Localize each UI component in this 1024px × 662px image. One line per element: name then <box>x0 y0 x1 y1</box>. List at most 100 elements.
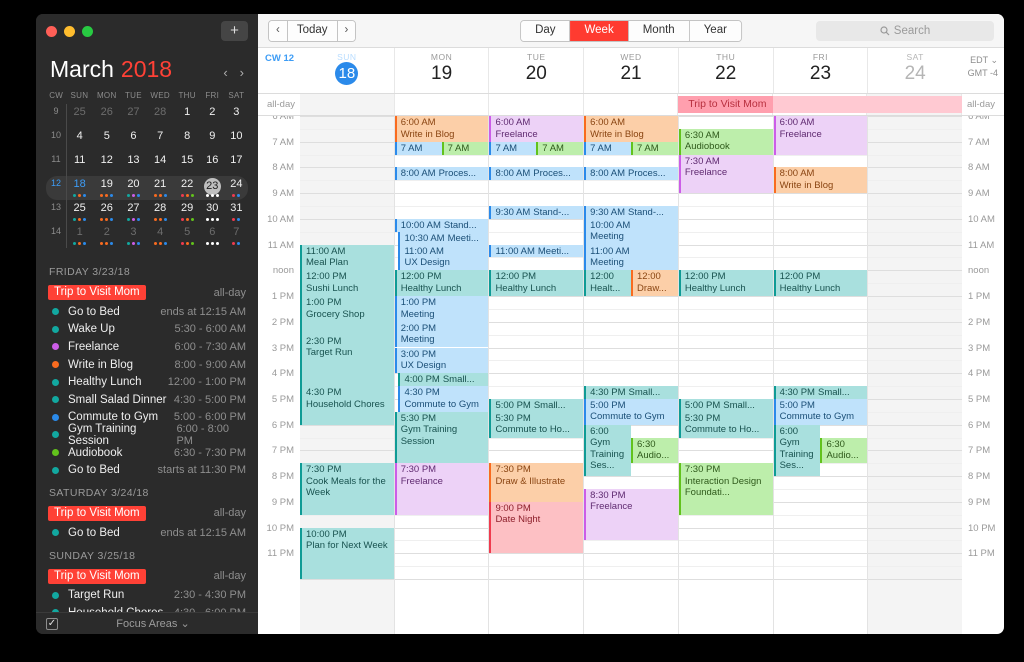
tab-month[interactable]: Month <box>628 20 690 41</box>
mini-day-cell[interactable]: 4 <box>66 128 92 152</box>
mini-day-cell[interactable]: 10 <box>225 128 248 152</box>
mini-day-cell[interactable]: 11 <box>66 152 92 176</box>
mini-day-cell[interactable]: 13 <box>121 152 146 176</box>
list-item[interactable]: Freelance 6:00 - 7:30 AM <box>48 338 246 356</box>
mini-day-cell[interactable]: 27 <box>121 200 146 224</box>
list-item[interactable]: Go to Bed ends at 12:15 AM <box>48 303 246 321</box>
mini-day-cell[interactable]: 4 <box>146 224 175 248</box>
mini-month-calendar[interactable]: CW SUN MON TUE WED THU FRI SAT 9 25 26 27 28 1 2 3 10 4 5… <box>36 87 258 248</box>
calendar-event[interactable]: 2:30 PM Target Run <box>300 334 394 387</box>
mini-day-cell[interactable]: 3 <box>121 224 146 248</box>
grid-day-column[interactable]: 11:00 AM Meal Plan 12:00 PM Sushi Lunch 1:00… <box>300 116 395 634</box>
calendar-event[interactable]: 5:00 PM Commute to Gym <box>584 398 678 425</box>
calendar-event[interactable]: 7:30 PM Interaction Design Foundati... <box>678 463 773 515</box>
mini-day-cell[interactable]: 21 <box>145 176 175 200</box>
all-day-cell[interactable] <box>489 94 584 115</box>
grid-day-column[interactable]: 5:30 AMWake...6:00 AMFreelance7 AM7 AM8:… <box>489 116 585 634</box>
day-column-header-tue[interactable]: TUE 20 <box>489 48 585 93</box>
calendar-event[interactable]: 12:00 PM Healthy Lunch <box>489 270 584 297</box>
calendar-event[interactable]: 7 AM <box>584 141 632 155</box>
grid-day-column[interactable]: 5:30 AMWake...6:00 AMWrite in Blog7 AM7 … <box>584 116 679 634</box>
all-day-row[interactable]: all-day Trip to Visit Mom all-day <box>258 94 1004 116</box>
mini-day-cell[interactable]: 6 <box>121 128 146 152</box>
maximize-icon[interactable] <box>82 25 93 37</box>
calendar-event[interactable]: 11:00 AM Meal Plan <box>300 244 394 271</box>
calendar-event[interactable]: 1:00 PM Meeting <box>394 296 489 322</box>
calendar-event[interactable]: 10:00 AM Meeting <box>584 218 678 245</box>
mini-week-row[interactable]: 12 18 19 20 21 22 23 24 <box>46 176 248 200</box>
grid-day-column[interactable] <box>868 116 963 634</box>
calendar-event[interactable]: 7:30 PM Freelance <box>394 463 489 515</box>
all-day-cell[interactable] <box>395 94 490 115</box>
event-list[interactable]: FRIDAY 3/23/18 Trip to Visit Mom all-day Go… <box>36 248 258 612</box>
prev-week-button[interactable]: ‹ <box>269 20 288 41</box>
mini-day-cell[interactable]: 7 <box>225 224 248 248</box>
list-item[interactable]: Go to Bed ends at 12:15 AM <box>48 524 246 542</box>
mini-day-cell[interactable]: 16 <box>200 152 225 176</box>
day-columns[interactable]: SUN 18 MON 19 TUE 20 WED 21 THU 22 FRI 23 SAT 24 <box>300 48 962 93</box>
calendar-event[interactable]: 6:30 Audio... <box>631 437 678 464</box>
list-item[interactable]: Wake Up 5:30 - 6:00 AM <box>48 321 246 339</box>
mini-week-row[interactable]: 13 25 26 27 28 29 30 31 <box>46 200 248 224</box>
close-icon[interactable] <box>46 25 57 37</box>
day-column-header-sun[interactable]: SUN 18 <box>300 48 395 93</box>
calendar-event[interactable]: 12:00 PM Healthy Lunch <box>678 270 773 297</box>
mini-day-cell[interactable]: 29 <box>174 200 199 224</box>
mini-day-cell[interactable]: 27 <box>121 104 146 128</box>
add-event-button[interactable]: + <box>221 21 248 41</box>
calendar-event[interactable]: 12:00 Healt... <box>584 270 632 297</box>
all-day-event[interactable]: Trip to Visit Mom <box>678 96 962 113</box>
calendar-event[interactable]: 5:30 PM Commute to Ho... <box>678 411 773 438</box>
mini-day-cell[interactable]: 24 <box>224 176 248 200</box>
mini-week-row[interactable]: 14 1 2 3 4 5 6 7 <box>46 224 248 248</box>
calendar-event[interactable]: 8:30 PM Freelance <box>584 488 678 541</box>
calendar-event[interactable]: 6:00 AM Freelance <box>773 116 868 155</box>
today-button[interactable]: Today <box>287 20 338 41</box>
calendar-event[interactable]: 6:30 AM Audiobook <box>678 128 773 155</box>
focus-areas-bar[interactable]: ✓ Focus Areas ⌄ <box>36 612 258 634</box>
week-grid[interactable]: 6 AM 7 AM 8 AM 9 AM 10 AM 11 AM noon 1 PM 2 PM 3 … <box>258 116 1004 634</box>
mini-day-cell[interactable]: 15 <box>174 152 199 176</box>
minimize-icon[interactable] <box>64 25 75 37</box>
mini-week-row[interactable]: 11 11 12 13 14 15 16 17 <box>46 152 248 176</box>
calendar-event[interactable]: 6:00 AM Freelance <box>489 116 584 142</box>
calendar-event[interactable]: 10:30 AM Meeti... <box>398 231 489 245</box>
calendar-event[interactable]: 7:30 PM Cook Meals for the Week <box>300 463 394 515</box>
mini-day-cell[interactable]: 18 <box>66 176 93 200</box>
calendar-event[interactable]: 1:00 PM Grocery Shop <box>300 296 394 335</box>
calendar-event[interactable]: 3:00 PM UX Design <box>394 347 489 374</box>
mini-day-cell[interactable]: 17 <box>225 152 248 176</box>
calendar-event[interactable]: 10:00 PM Plan for Next Week <box>300 527 394 579</box>
list-item[interactable]: Gym Training Session 6:00 - 8:00 PM <box>48 423 246 447</box>
calendar-event[interactable]: 12:00 PM Healthy Lunch <box>773 270 868 297</box>
calendar-event[interactable]: 7 AM <box>394 141 442 155</box>
grid-day-column[interactable]: 5:30 AMWake...6:30 AMAudiobook7:30 AMFre… <box>678 116 774 634</box>
tab-day[interactable]: Day <box>521 20 571 41</box>
calendar-event[interactable]: 5:00 PM Commute to Gym <box>773 398 868 425</box>
mini-day-cell[interactable]: 6 <box>200 224 225 248</box>
focus-checkbox[interactable]: ✓ <box>46 617 58 630</box>
list-item[interactable]: Healthy Lunch 12:00 - 1:00 PM <box>48 373 246 391</box>
calendar-event[interactable]: 9:30 AM Stand-... <box>489 206 584 219</box>
mini-day-cell[interactable]: 28 <box>146 104 175 128</box>
calendar-event[interactable]: 12:00 Draw... <box>631 270 678 297</box>
calendar-event[interactable]: 10:00 AM Stand... <box>394 218 489 232</box>
calendar-event[interactable]: 7:30 AM Freelance <box>678 154 773 194</box>
mini-week-row[interactable]: 9 25 26 27 28 1 2 3 <box>46 104 248 128</box>
mini-day-cell[interactable]: 5 <box>174 224 199 248</box>
list-item[interactable]: Target Run 2:30 - 4:30 PM <box>48 587 246 605</box>
all-day-cell[interactable] <box>300 94 395 115</box>
calendar-event[interactable]: 4:30 PM Small... <box>584 386 678 399</box>
calendar-event[interactable]: 7 AM <box>536 141 584 155</box>
mini-day-cell[interactable]: 3 <box>225 104 248 128</box>
sidebar-allday-row[interactable]: Trip to Visit Mom all-day <box>48 504 246 523</box>
calendar-event[interactable]: 5:30 PM Commute to Ho... <box>489 411 584 438</box>
calendar-event[interactable]: 11:00 AM UX Design <box>398 244 489 271</box>
date-nav-control[interactable]: ‹ Today › <box>268 19 357 42</box>
mini-day-cell[interactable]: 1 <box>174 104 199 128</box>
mini-day-cell[interactable]: 12 <box>92 152 121 176</box>
mini-day-cell[interactable]: 2 <box>92 224 121 248</box>
calendar-event[interactable]: 12:00 PM Sushi Lunch <box>300 270 394 297</box>
mini-day-cell[interactable]: 9 <box>200 128 225 152</box>
calendar-event[interactable]: 5:00 PM Small... <box>489 398 584 412</box>
